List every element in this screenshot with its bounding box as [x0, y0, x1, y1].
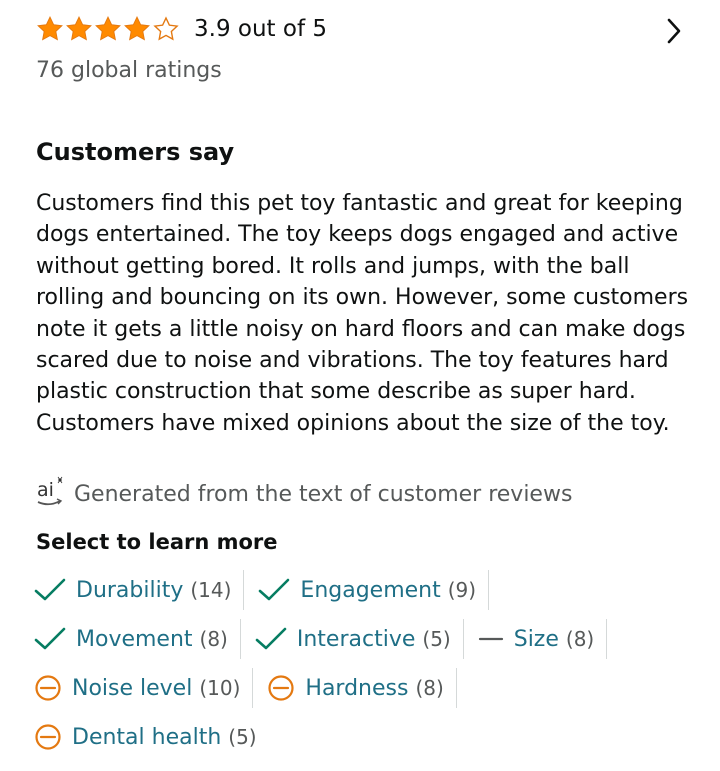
star-rating	[36, 15, 180, 43]
aspect-count: (14)	[190, 578, 232, 602]
ai-logo-text: ai	[37, 479, 54, 501]
aspect-count: (8)	[565, 627, 595, 651]
aspect-label: Hardness	[305, 675, 409, 701]
dash-icon	[478, 627, 504, 651]
checkmark-icon	[258, 578, 290, 602]
checkmark-icon	[255, 627, 287, 651]
star-full-icon	[65, 15, 93, 43]
aspect-chip-noise-level[interactable]: Noise level (10)	[34, 668, 254, 708]
aspect-label: Size	[513, 626, 559, 652]
rating-out-of-text: 3.9 out of 5	[194, 16, 327, 42]
ai-logo-icon: ai	[36, 476, 66, 512]
aspect-label: Noise level	[72, 675, 193, 701]
aspect-label: Engagement	[300, 577, 441, 603]
star-full-icon	[36, 15, 64, 43]
aspect-count: (9)	[447, 578, 477, 602]
chevron-right-icon[interactable]	[664, 16, 684, 50]
aspect-label: Movement	[76, 626, 193, 652]
ai-generated-note: ai Generated from the text of customer r…	[36, 476, 573, 512]
minus-circle-icon	[34, 674, 62, 702]
checkmark-icon	[34, 578, 66, 602]
global-ratings-count: 76 global ratings	[36, 58, 222, 83]
aspect-chip-size[interactable]: Size (8)	[478, 619, 608, 659]
star-full-icon	[123, 15, 151, 43]
aspect-chip-durability[interactable]: Durability (14)	[34, 570, 245, 610]
aspect-count: (5)	[228, 725, 257, 749]
aspect-count: (8)	[415, 676, 444, 700]
aspect-chip-dental-health[interactable]: Dental health (5)	[34, 717, 269, 757]
aspect-chips-row: Movement (8) Interactive (5) Size (8)	[34, 619, 621, 659]
rating-summary-row[interactable]: 3.9 out of 5	[36, 12, 690, 46]
aspect-label: Dental health	[72, 724, 222, 750]
select-to-learn-more-heading: Select to learn more	[36, 530, 278, 554]
star-full-icon	[94, 15, 122, 43]
aspect-chip-interactive[interactable]: Interactive (5)	[255, 619, 464, 659]
minus-circle-icon	[34, 723, 62, 751]
customers-say-heading: Customers say	[36, 138, 235, 166]
minus-circle-icon	[267, 674, 295, 702]
star-empty-icon	[152, 15, 180, 43]
aspect-count: (10)	[199, 676, 241, 700]
aspect-chip-engagement[interactable]: Engagement (9)	[258, 570, 490, 610]
checkmark-icon	[34, 627, 66, 651]
aspect-label: Durability	[76, 577, 184, 603]
aspect-chip-movement[interactable]: Movement (8)	[34, 619, 241, 659]
aspect-chips-row: Noise level (10) Hardness (8)	[34, 668, 471, 708]
aspect-chips-row: Dental health (5)	[34, 717, 283, 757]
aspect-count: (5)	[422, 627, 451, 651]
generated-from-reviews-text: Generated from the text of customer revi…	[74, 481, 573, 507]
review-summary-text: Customers find this pet toy fantastic an…	[36, 191, 689, 436]
aspect-chips-row: Durability (14) Engagement (9)	[34, 570, 503, 610]
aspect-count: (8)	[199, 627, 228, 651]
aspect-label: Interactive	[296, 626, 416, 652]
aspect-chip-hardness[interactable]: Hardness (8)	[267, 668, 457, 708]
